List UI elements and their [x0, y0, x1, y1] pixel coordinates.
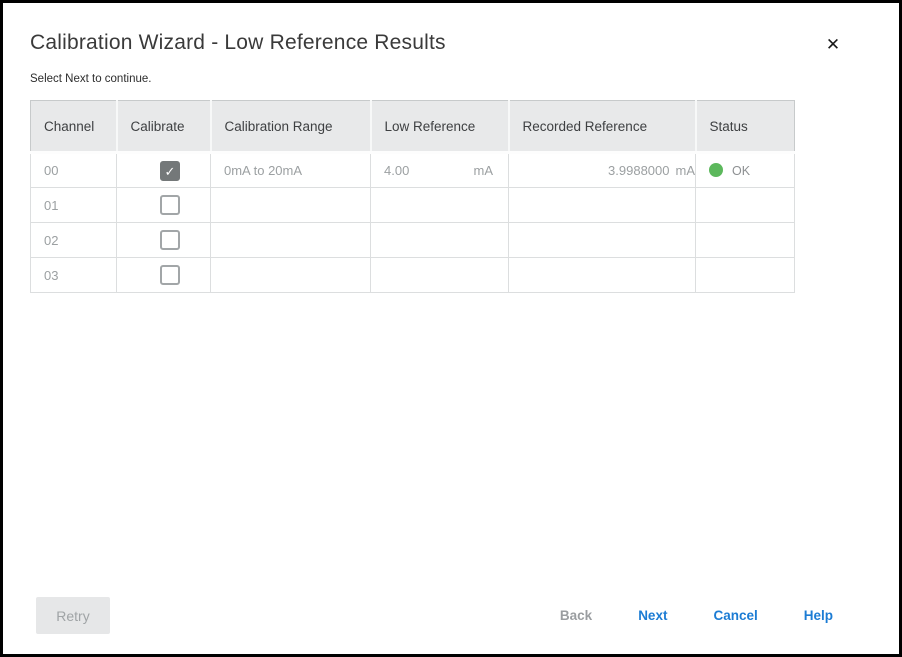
table-row-channel-00: 00 ✓ 0mA to 20mA 4.00 mA 3.9988000 mA	[31, 153, 795, 188]
column-header-recorded-reference: Recorded Reference	[509, 101, 696, 153]
calibrate-checkbox-03[interactable]: ✓	[160, 265, 180, 285]
low-reference-unit: mA	[474, 163, 494, 178]
next-button[interactable]: Next	[638, 608, 667, 623]
low-reference-cell	[371, 188, 509, 223]
dialog-subtitle: Select Next to continue.	[30, 73, 151, 85]
calibration-range-cell: 0mA to 20mA	[211, 153, 371, 188]
retry-button[interactable]: Retry	[36, 597, 110, 634]
low-reference-cell	[371, 258, 509, 293]
channel-cell: 00	[31, 153, 117, 188]
recorded-reference-cell: 3.9988000 mA	[509, 153, 696, 188]
table-row-channel-01: 01 ✓	[31, 188, 795, 223]
footer-actions: Back Next Cancel Help	[514, 597, 833, 634]
recorded-reference-cell	[509, 258, 696, 293]
back-button[interactable]: Back	[560, 608, 592, 623]
channel-cell: 03	[31, 258, 117, 293]
calibration-range-cell	[211, 188, 371, 223]
table-row-channel-02: 02 ✓	[31, 223, 795, 258]
calibration-range-cell	[211, 223, 371, 258]
column-header-low-reference: Low Reference	[371, 101, 509, 153]
close-icon[interactable]: ✕	[819, 32, 847, 58]
results-table-container: Channel Calibrate Calibration Range Low …	[30, 100, 795, 293]
status-label: OK	[732, 164, 750, 178]
calibrate-checkbox-01[interactable]: ✓	[160, 195, 180, 215]
column-header-calibration-range: Calibration Range	[211, 101, 371, 153]
calibration-wizard-dialog: Calibration Wizard - Low Reference Resul…	[0, 0, 902, 657]
calibration-range-cell	[211, 258, 371, 293]
recorded-reference-value: 3.9988000	[608, 163, 669, 178]
dialog-title: Calibration Wizard - Low Reference Resul…	[30, 31, 446, 55]
recorded-reference-cell	[509, 223, 696, 258]
column-header-channel: Channel	[31, 101, 117, 153]
column-header-status: Status	[696, 101, 795, 153]
low-reference-cell	[371, 223, 509, 258]
table-header-row: Channel Calibrate Calibration Range Low …	[31, 101, 795, 153]
status-cell	[696, 258, 795, 293]
table-row-channel-03: 03 ✓	[31, 258, 795, 293]
status-cell	[696, 188, 795, 223]
calibrate-checkbox-02[interactable]: ✓	[160, 230, 180, 250]
status-ok-icon	[709, 163, 723, 177]
recorded-reference-cell	[509, 188, 696, 223]
status-cell: OK	[696, 153, 795, 188]
check-icon: ✓	[162, 163, 178, 180]
channel-cell: 01	[31, 188, 117, 223]
results-table: Channel Calibrate Calibration Range Low …	[30, 100, 795, 293]
recorded-reference-unit: mA	[676, 163, 696, 178]
help-button[interactable]: Help	[804, 608, 833, 623]
column-header-calibrate: Calibrate	[117, 101, 211, 153]
low-reference-value: 4.00	[384, 163, 409, 178]
low-reference-cell: 4.00 mA	[371, 153, 509, 188]
calibrate-checkbox-00[interactable]: ✓	[160, 161, 180, 181]
channel-cell: 02	[31, 223, 117, 258]
status-cell	[696, 223, 795, 258]
cancel-button[interactable]: Cancel	[713, 608, 757, 623]
